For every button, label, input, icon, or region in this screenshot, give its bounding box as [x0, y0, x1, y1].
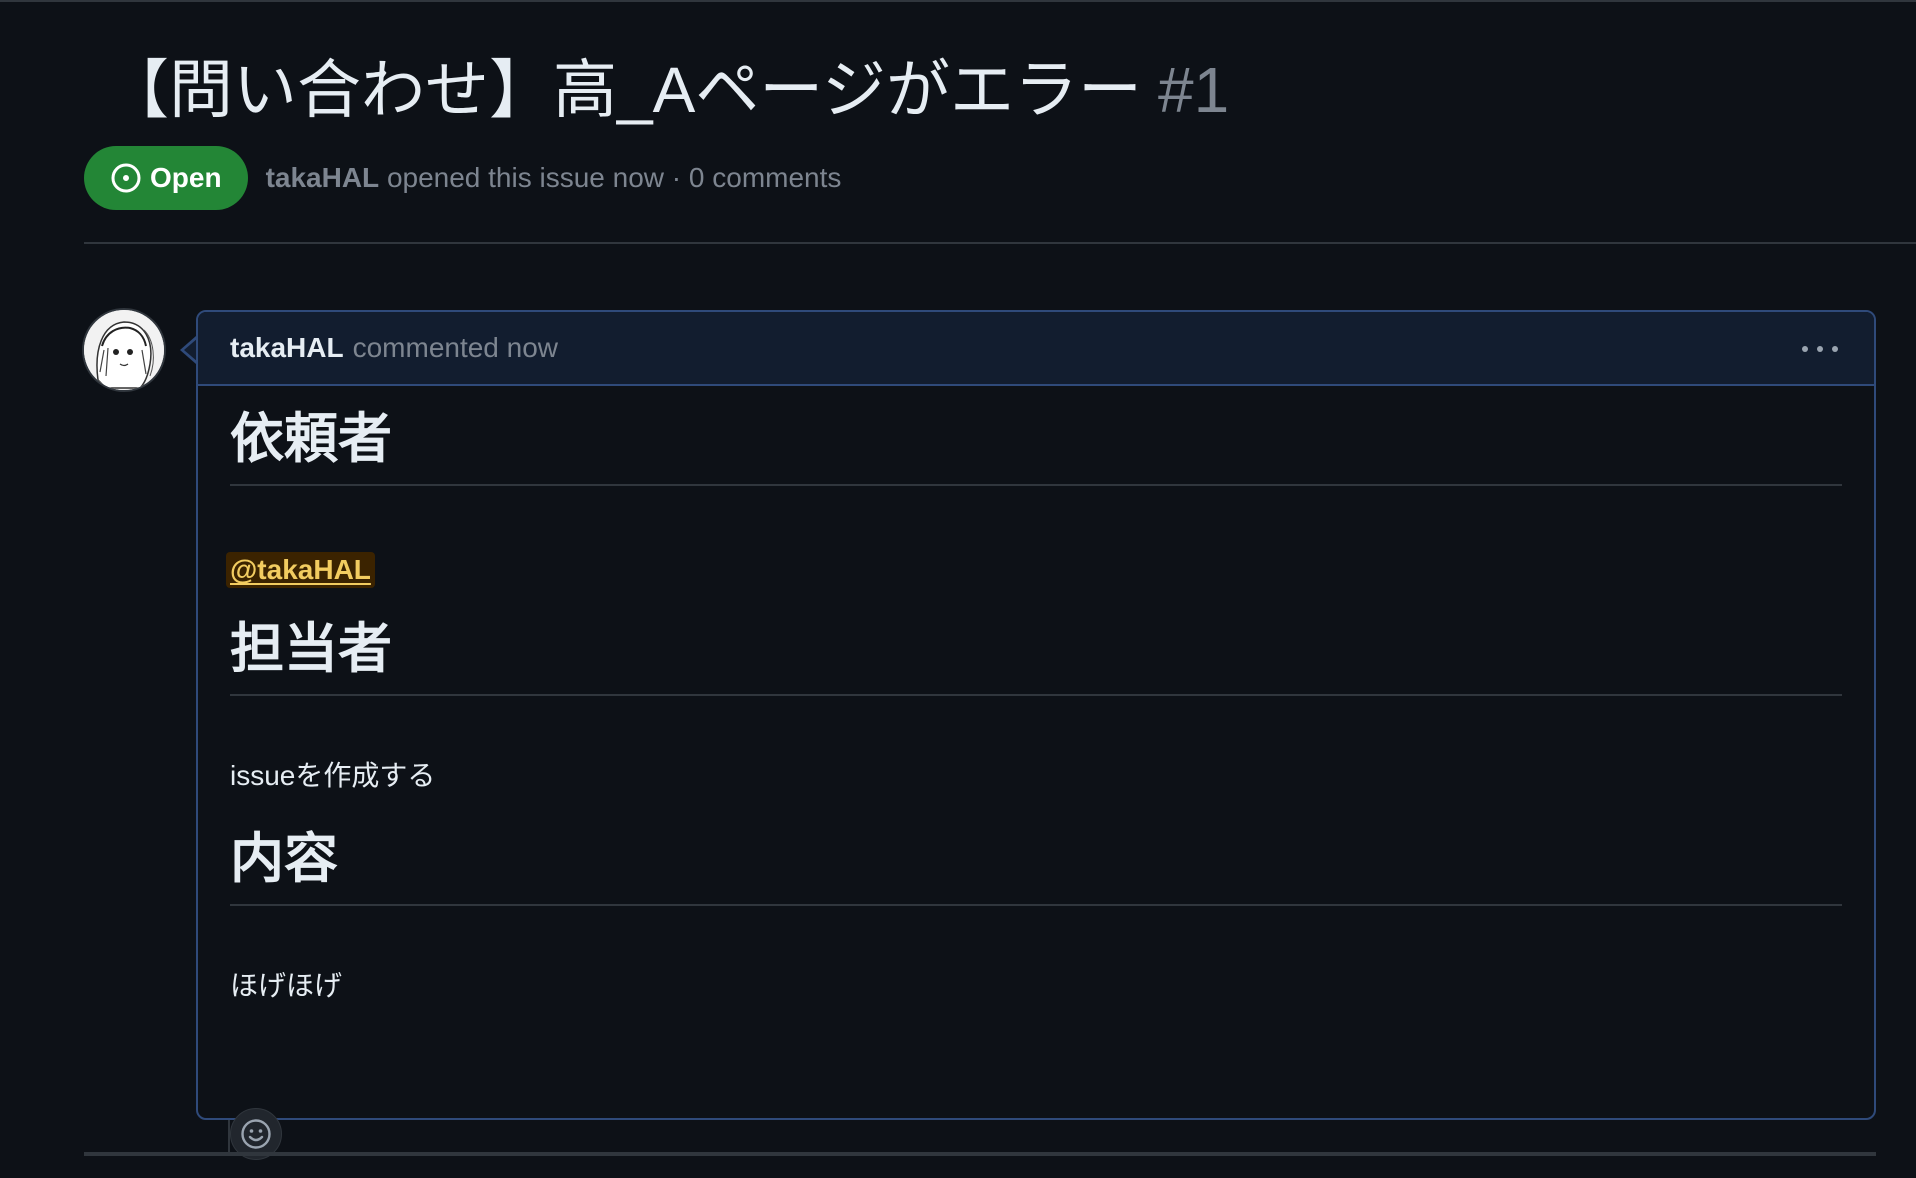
timeline-connector — [228, 1120, 230, 1156]
issue-meta: Open takaHAL opened this issue now · 0 c… — [84, 146, 841, 210]
comments-count: 0 comments — [688, 162, 842, 193]
status-badge: Open — [84, 146, 248, 210]
status-badge-label: Open — [150, 162, 222, 193]
smiley-icon — [241, 1119, 271, 1149]
comment-header: takaHAL commented now — [198, 312, 1874, 386]
heading-requester: 依頼者 — [230, 409, 392, 469]
top-border — [0, 0, 1916, 2]
heading-rule — [230, 904, 1842, 906]
heading-assignee: 担当者 — [230, 619, 392, 679]
header-divider — [84, 242, 1916, 244]
issue-title-text: 【問い合わせ】高_Aページがエラー — [105, 54, 1142, 126]
timeline-divider — [84, 1152, 1876, 1156]
comment-author-link[interactable]: takaHAL — [230, 332, 344, 364]
issue-number: #1 — [1158, 54, 1230, 126]
avatar-illustration — [84, 310, 164, 390]
comment-timestamp[interactable]: commented now — [353, 332, 558, 364]
assignee-text: issueを作成する — [230, 760, 436, 791]
heading-rule — [230, 484, 1842, 486]
content-text: ほげほげ — [230, 970, 343, 1001]
issue-author-link[interactable]: takaHAL — [266, 162, 380, 193]
issue-opened-icon — [111, 163, 141, 193]
kebab-dot — [1832, 346, 1838, 352]
avatar[interactable] — [84, 310, 164, 390]
kebab-horizontal-icon[interactable] — [1802, 334, 1838, 364]
issue-opened-text: opened this issue now — [386, 162, 665, 193]
meta-separator: · — [671, 162, 682, 193]
heading-rule — [230, 694, 1842, 696]
issue-title: 【問い合わせ】高_Aページがエラー #1 — [105, 50, 1229, 130]
comment-box: takaHAL commented now 依頼者 @takaHAL 担当者 i… — [196, 310, 1876, 1160]
user-mention[interactable]: @takaHAL — [226, 552, 375, 588]
heading-content: 内容 — [230, 829, 338, 889]
kebab-dot — [1802, 346, 1808, 352]
kebab-dot — [1817, 346, 1823, 352]
issue-meta-text: takaHAL opened this issue now · 0 commen… — [266, 162, 842, 194]
